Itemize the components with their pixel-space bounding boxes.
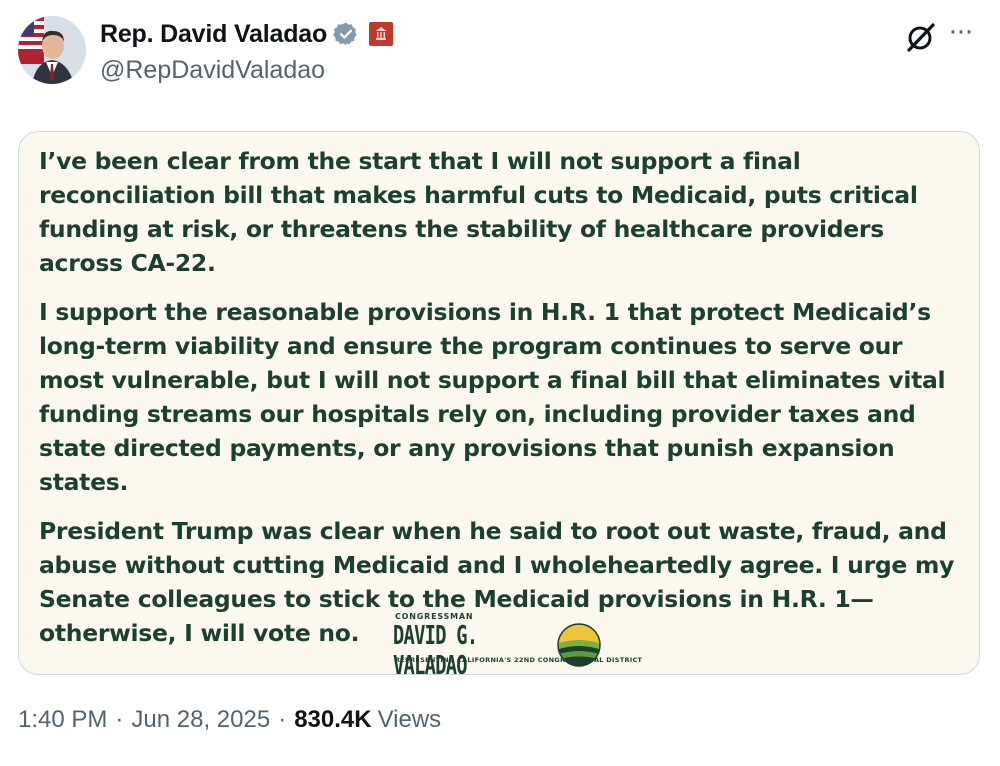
logo-name-text: DAVID G. VALADAO (393, 621, 478, 675)
avatar-image (18, 16, 86, 84)
views-count[interactable]: 830.4K (294, 706, 371, 734)
avatar[interactable] (18, 16, 86, 84)
views-label: Views (377, 706, 442, 733)
statement-paragraph-2: I support the reasonable provisions in H… (39, 298, 946, 496)
meta-separator: · (278, 706, 287, 733)
more-options-icon[interactable]: ··· (948, 14, 974, 48)
meta-separator: · (115, 706, 124, 733)
verified-badge-icon (333, 21, 359, 47)
post-header: Rep. David Valadao @RepDavidValadao ··· (0, 0, 1000, 110)
post-time[interactable]: 1:40 PM (18, 706, 107, 734)
statement-text: I’ve been clear from the start that I wi… (39, 144, 969, 665)
statement-paragraph-1: I’ve been clear from the start that I wi… (39, 147, 918, 277)
statement-image[interactable]: I’ve been clear from the start that I wi… (18, 131, 980, 675)
post-date[interactable]: Jun 28, 2025 (131, 706, 270, 734)
logo-sub-text: REPRESENTING CALIFORNIA'S 22ND CONGRESSI… (395, 656, 643, 664)
author-display-name[interactable]: Rep. David Valadao (100, 20, 327, 49)
grok-icon[interactable] (904, 20, 938, 54)
author-name-row[interactable]: Rep. David Valadao (100, 18, 394, 50)
post-meta: 1:40 PM · Jun 28, 2025 · 830.4K Views (18, 706, 441, 734)
author-handle[interactable]: @RepDavidValadao (100, 56, 325, 85)
government-affiliation-icon (369, 22, 394, 46)
sun-fields-emblem-icon (556, 622, 602, 668)
logo-small-text: CONGRESSMAN (395, 612, 474, 621)
congressman-logo: CONGRESSMAN DAVID G. VALADAO REPRESENTIN… (391, 612, 642, 675)
